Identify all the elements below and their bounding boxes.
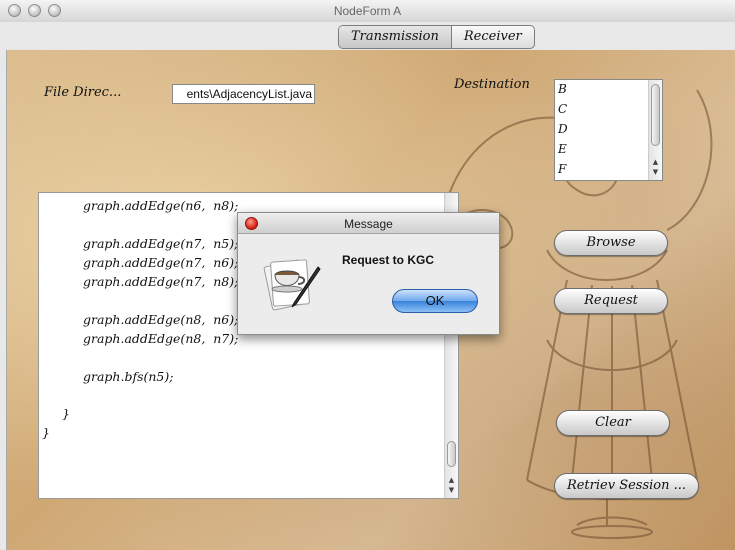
code-line: graph.addEdge(n8, n7); xyxy=(83,331,239,346)
window-titlebar: NodeForm A xyxy=(0,0,735,23)
scroll-down-icon[interactable]: ▼ xyxy=(445,486,458,495)
scroll-down-icon[interactable]: ▼ xyxy=(649,168,662,177)
code-line: graph.addEdge(n8, n6); xyxy=(83,312,239,327)
destination-item-f[interactable]: F xyxy=(558,162,566,176)
destination-list[interactable]: B C D E F ▲ ▼ xyxy=(554,79,663,181)
tab-bar: Transmission Receiver xyxy=(0,22,735,50)
tab-receiver[interactable]: Receiver xyxy=(452,26,534,48)
destination-item-e[interactable]: E xyxy=(558,142,567,156)
code-line: graph.addEdge(n6, n8); xyxy=(83,198,239,213)
destination-label: Destination xyxy=(454,77,530,92)
scroll-thumb[interactable] xyxy=(651,84,660,146)
message-dialog: Message Request to KGC OK xyxy=(237,212,500,335)
dialog-message: Request to KGC xyxy=(342,253,435,267)
code-line: graph.addEdge(n7, n8); xyxy=(83,274,239,289)
code-line: graph.bfs(n5); xyxy=(83,369,174,384)
tab-transmission[interactable]: Transmission xyxy=(339,26,452,48)
code-line: graph.addEdge(n7, n6); xyxy=(83,255,239,270)
destination-item-d[interactable]: D xyxy=(558,122,568,136)
dialog-titlebar: Message xyxy=(238,213,499,234)
tab-group: Transmission Receiver xyxy=(338,25,535,49)
browse-button[interactable]: Browse xyxy=(554,230,668,256)
scroll-up-icon[interactable]: ▲ xyxy=(445,476,458,485)
file-directory-field[interactable]: ents\AdjacencyList.java xyxy=(172,84,315,104)
destination-item-b[interactable]: B xyxy=(558,82,567,96)
code-line: } xyxy=(42,425,50,440)
destination-item-c[interactable]: C xyxy=(558,102,567,116)
clear-button[interactable]: Clear xyxy=(556,410,670,436)
retrieve-session-button[interactable]: Retriev Session ... xyxy=(554,473,699,499)
code-line: graph.addEdge(n7, n5); xyxy=(83,236,239,251)
scroll-up-icon[interactable]: ▲ xyxy=(649,158,662,167)
scroll-thumb[interactable] xyxy=(447,441,456,467)
destination-scrollbar[interactable]: ▲ ▼ xyxy=(648,80,662,180)
dialog-title: Message xyxy=(344,217,393,231)
code-line: } xyxy=(62,406,70,421)
coffee-cup-icon xyxy=(263,259,321,311)
ok-button[interactable]: OK xyxy=(392,289,478,313)
file-directory-label: File Direc... xyxy=(44,85,122,100)
window-title: NodeForm A xyxy=(333,4,402,18)
request-button[interactable]: Request xyxy=(554,288,668,314)
